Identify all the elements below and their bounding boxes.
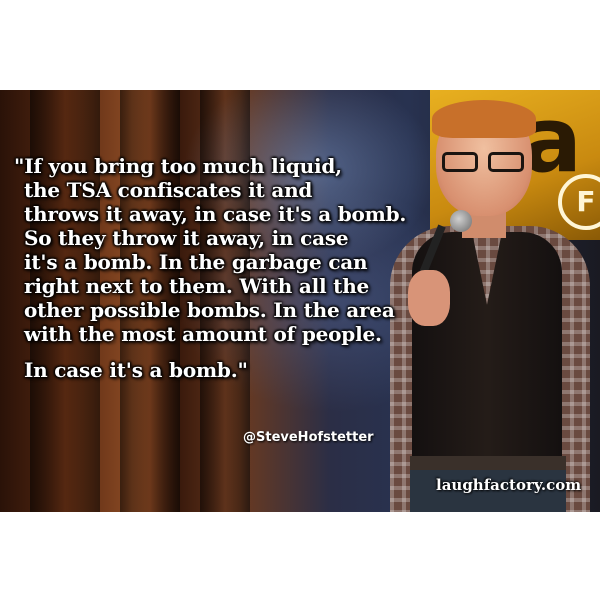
glasses-icon (442, 152, 526, 174)
left-lens (442, 152, 478, 172)
hair (432, 100, 536, 138)
comedy-photo: a F "If you bring too much liquid, the T… (0, 90, 600, 512)
right-lens (488, 152, 524, 172)
quote-line: other possible bombs. In the area (24, 298, 395, 322)
quote-text: "If you bring too much liquid, the TSA c… (14, 154, 444, 382)
author-handle: @SteveHofstetter (243, 430, 374, 445)
quote-line: throws it away, in case it's a bomb. (24, 202, 407, 226)
quote-line: the TSA confiscates it and (24, 178, 313, 202)
quote-line: with the most amount of people. (24, 322, 382, 346)
quote-line: In case it's a bomb." (24, 358, 248, 382)
quote-line: right next to them. With all the (24, 274, 370, 298)
quote-line: So they throw it away, in case (24, 226, 349, 250)
watermark: laughfactory.com (436, 476, 582, 494)
microphone-icon (450, 210, 472, 232)
belt (410, 456, 566, 470)
quote-line: it's a bomb. In the garbage can (24, 250, 368, 274)
quote-line: "If you bring too much liquid, (14, 154, 342, 178)
